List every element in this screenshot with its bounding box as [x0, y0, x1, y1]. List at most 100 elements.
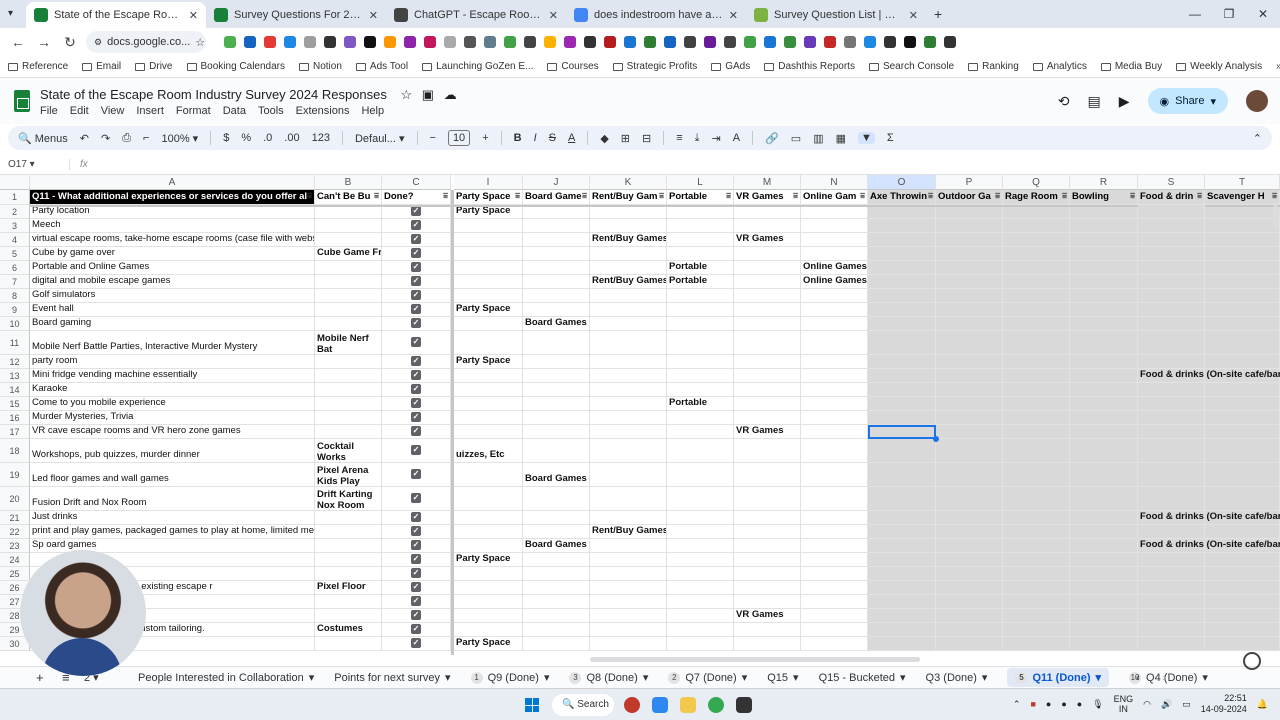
cell-L[interactable] — [667, 289, 734, 303]
functions-icon[interactable]: Σ — [887, 132, 894, 144]
row-header[interactable]: 2 — [0, 205, 30, 219]
row-header[interactable]: 25 — [0, 567, 30, 581]
chevron-down-icon[interactable]: ▾ — [1210, 95, 1216, 108]
cell-O[interactable] — [868, 623, 936, 637]
browser-tab[interactable]: Survey Question List | SurveyPl ✕ — [746, 2, 926, 28]
cell-A[interactable]: Workshops, pub quizzes, murder dinner — [30, 439, 315, 463]
cell-N[interactable] — [801, 383, 868, 397]
cell-K[interactable] — [590, 581, 667, 595]
column-header-L[interactable]: L — [667, 175, 734, 190]
bookmark-item[interactable]: Strategic Profits — [612, 61, 697, 72]
cell-N[interactable] — [801, 439, 868, 463]
close-tab-icon[interactable]: ✕ — [369, 9, 378, 22]
extension-icon[interactable] — [504, 36, 516, 48]
cell-N[interactable] — [801, 463, 868, 487]
cell-K[interactable]: Rent/Buy Games — [590, 233, 667, 247]
cell-M[interactable] — [734, 261, 801, 275]
checkbox-checked-icon[interactable]: ✓ — [411, 553, 421, 564]
cell-R[interactable] — [1070, 275, 1138, 289]
cell-O[interactable] — [868, 383, 936, 397]
cell-O[interactable] — [868, 261, 936, 275]
cell-J[interactable] — [523, 525, 590, 539]
column-title[interactable]: Portable ⩸ — [667, 190, 734, 205]
cell-S[interactable] — [1138, 425, 1205, 439]
extension-icon[interactable] — [544, 36, 556, 48]
cell-P[interactable] — [936, 369, 1003, 383]
column-title[interactable]: Done? ⩸ — [382, 190, 451, 205]
cell-Q[interactable] — [1003, 205, 1070, 219]
cell-O[interactable] — [868, 567, 936, 581]
cell-B[interactable] — [315, 425, 382, 439]
bookmark-item[interactable]: Ads Tool — [355, 61, 408, 72]
cell-L[interactable]: Portable — [667, 261, 734, 275]
column-header-C[interactable]: C — [382, 175, 451, 190]
taskbar-search[interactable]: 🔍 Search — [552, 694, 614, 716]
column-header-B[interactable]: B — [315, 175, 382, 190]
cell-T[interactable] — [1205, 317, 1280, 331]
menu-format[interactable]: Format — [176, 105, 211, 117]
sheet-tab[interactable]: 1 Q9 (Done) ▾ — [470, 671, 549, 684]
cell-R[interactable] — [1070, 425, 1138, 439]
column-title[interactable]: Board Game ⩸ — [523, 190, 590, 205]
cell-R[interactable] — [1070, 525, 1138, 539]
cell-I[interactable] — [454, 511, 523, 525]
cell-L[interactable] — [667, 247, 734, 261]
cell-R[interactable] — [1070, 411, 1138, 425]
cell-S[interactable]: Food & drinks (On-site cafe/bar — [1138, 511, 1280, 525]
cell-S[interactable] — [1138, 331, 1205, 355]
cell-S[interactable] — [1138, 487, 1205, 511]
tab-search-icon[interactable]: ▾ — [8, 8, 13, 19]
cell-C[interactable]: ✓ — [382, 463, 451, 487]
cell-J[interactable] — [523, 567, 590, 581]
checkbox-checked-icon[interactable]: ✓ — [411, 275, 421, 286]
cell-T[interactable] — [1205, 463, 1280, 487]
cell-T[interactable] — [1205, 623, 1280, 637]
extension-icon[interactable] — [704, 36, 716, 48]
cell-K[interactable] — [590, 595, 667, 609]
column-title[interactable]: Axe Throwin ⩸ — [868, 190, 936, 205]
checkbox-checked-icon[interactable]: ✓ — [411, 492, 421, 503]
cell-T[interactable] — [1205, 397, 1280, 411]
cell-K[interactable] — [590, 331, 667, 355]
cell-L[interactable] — [667, 487, 734, 511]
cell-M[interactable] — [734, 637, 801, 651]
cell-M[interactable] — [734, 397, 801, 411]
cell-N[interactable] — [801, 553, 868, 567]
cell-M[interactable] — [734, 595, 801, 609]
cell-N[interactable] — [801, 637, 868, 651]
cell-T[interactable] — [1205, 425, 1280, 439]
cell-O[interactable] — [868, 247, 936, 261]
cell-O[interactable] — [868, 595, 936, 609]
cell-B[interactable] — [315, 637, 382, 651]
document-title-text[interactable]: State of the Escape Room Industry Survey… — [40, 87, 387, 102]
cell-J[interactable] — [523, 397, 590, 411]
row-header[interactable]: 17 — [0, 425, 30, 439]
cell-R[interactable] — [1070, 567, 1138, 581]
cell-I[interactable] — [454, 525, 523, 539]
extension-icon[interactable] — [244, 36, 256, 48]
checkbox-checked-icon[interactable]: ✓ — [411, 233, 421, 244]
cell-P[interactable] — [936, 511, 1003, 525]
cell-T[interactable] — [1205, 553, 1280, 567]
cell-P[interactable] — [936, 275, 1003, 289]
sheet-tab[interactable]: Q3 (Done) ▾ — [926, 671, 988, 685]
text-color-icon[interactable]: A — [568, 132, 575, 144]
extension-icon[interactable] — [344, 36, 356, 48]
cell-N[interactable] — [801, 233, 868, 247]
cell-P[interactable] — [936, 331, 1003, 355]
cell-I[interactable] — [454, 567, 523, 581]
cell-Q[interactable] — [1003, 369, 1070, 383]
cell-I[interactable] — [454, 369, 523, 383]
cell-T[interactable] — [1205, 289, 1280, 303]
cell-N[interactable] — [801, 539, 868, 553]
cell-N[interactable] — [801, 355, 868, 369]
cell-L[interactable]: Portable — [667, 275, 734, 289]
row-header[interactable]: 19 — [0, 463, 30, 487]
cell-J[interactable] — [523, 303, 590, 317]
cell-I[interactable] — [454, 219, 523, 233]
cell-I[interactable] — [454, 247, 523, 261]
cell-M[interactable] — [734, 581, 801, 595]
cell-A[interactable]: party room — [30, 355, 315, 369]
column-title[interactable]: Bowling ⩸ — [1070, 190, 1138, 205]
checkbox-checked-icon[interactable]: ✓ — [411, 511, 421, 522]
